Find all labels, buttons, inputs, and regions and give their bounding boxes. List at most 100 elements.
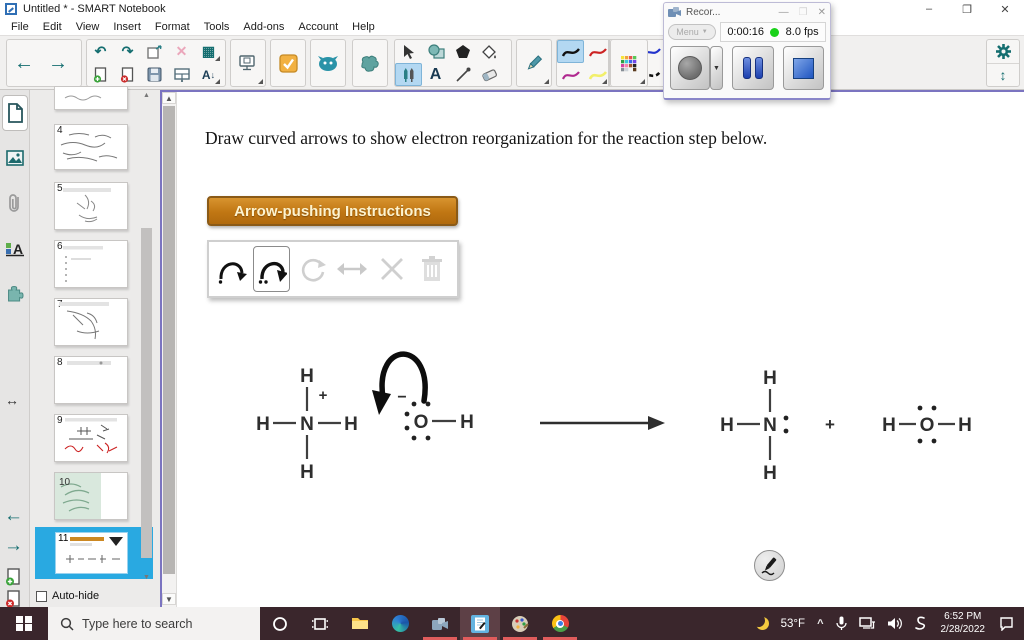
shapes-tool-button[interactable] bbox=[422, 40, 449, 63]
text-tool-button[interactable]: A bbox=[422, 63, 449, 86]
restore-button[interactable]: ❐ bbox=[948, 3, 986, 16]
record-button[interactable] bbox=[670, 46, 710, 90]
thumbnail-scrollbar[interactable]: ▲ ▼ bbox=[140, 92, 153, 584]
menu-edit[interactable]: Edit bbox=[36, 20, 69, 34]
clock[interactable]: 6:52 PM 2/28/2022 bbox=[933, 611, 994, 636]
pen-color-red[interactable] bbox=[584, 40, 611, 63]
settings-gear-button[interactable] bbox=[987, 40, 1019, 64]
fill-tool-button[interactable] bbox=[476, 40, 503, 63]
redo-button[interactable]: ↷ bbox=[114, 40, 141, 63]
undo-button[interactable]: ↶ bbox=[87, 40, 114, 63]
response-check-button[interactable] bbox=[271, 40, 305, 86]
pen-widget-button[interactable] bbox=[754, 550, 785, 581]
weather-moon-icon[interactable] bbox=[750, 607, 775, 640]
menu-file[interactable]: File bbox=[4, 20, 36, 34]
previous-page-button[interactable]: ← bbox=[7, 40, 41, 86]
page-canvas[interactable]: ▲ ▼ Draw curved arrows to show electron … bbox=[160, 90, 1024, 607]
minimize-button[interactable]: – bbox=[910, 3, 948, 16]
ammonium-structure: N H H H H + bbox=[256, 366, 358, 483]
thumbnail-page-4[interactable]: 4 bbox=[54, 124, 128, 170]
shape-recognition-button[interactable] bbox=[353, 40, 387, 86]
thumbnail-page-6[interactable]: 6 bbox=[54, 240, 128, 288]
page-menu-dropdown-icon[interactable] bbox=[109, 537, 123, 546]
next-page-button[interactable]: → bbox=[41, 40, 75, 86]
save-button[interactable] bbox=[141, 63, 168, 86]
delete-page-button[interactable] bbox=[114, 63, 141, 86]
resize-panel-handle[interactable]: ↔ bbox=[5, 392, 19, 408]
edge-button[interactable] bbox=[380, 607, 420, 640]
delete-button[interactable]: ✕ bbox=[168, 40, 195, 63]
task-view-button[interactable] bbox=[300, 607, 340, 640]
tab-attachments[interactable] bbox=[2, 185, 28, 221]
taskbar-search-input[interactable]: Type here to search bbox=[48, 607, 260, 640]
svg-text:A: A bbox=[13, 241, 23, 257]
tab-page-sorter[interactable] bbox=[2, 95, 28, 131]
thumb-scroll-down-icon[interactable]: ▼ bbox=[140, 574, 153, 581]
line-tool-button[interactable] bbox=[449, 63, 476, 86]
recorder-menu-button[interactable]: Menu ▼ bbox=[668, 24, 716, 40]
recorder-taskbar-icon bbox=[432, 617, 448, 630]
close-button[interactable]: ✕ bbox=[986, 3, 1024, 16]
thumb-scroll-up-icon[interactable]: ▲ bbox=[140, 92, 153, 99]
volume-tray-icon[interactable] bbox=[881, 607, 908, 640]
smart-ink-taskbar-button[interactable] bbox=[500, 607, 540, 640]
delete-page-sidebar-button[interactable] bbox=[5, 590, 22, 608]
recorder-taskbar-button[interactable] bbox=[420, 607, 460, 640]
smart-creature-icon[interactable] bbox=[311, 40, 345, 86]
stop-button[interactable] bbox=[782, 46, 824, 90]
tab-gallery[interactable] bbox=[2, 140, 28, 176]
weather-temperature[interactable]: 53°F bbox=[775, 607, 811, 640]
thumbnail-page-10[interactable]: 10 10 bbox=[54, 472, 128, 520]
tab-addons[interactable] bbox=[2, 275, 28, 311]
pause-button[interactable] bbox=[732, 46, 774, 90]
pen-button[interactable] bbox=[517, 40, 551, 86]
menu-view[interactable]: View bbox=[69, 20, 107, 34]
minus-charge: − bbox=[397, 389, 406, 406]
screen-capture-button[interactable] bbox=[231, 40, 265, 86]
auto-hide-checkbox[interactable] bbox=[36, 590, 47, 602]
page-back-button[interactable]: ← bbox=[4, 505, 23, 527]
record-options-dropdown[interactable]: ▼ bbox=[710, 46, 723, 90]
toolbar-move-button[interactable]: ↕ bbox=[1000, 64, 1007, 86]
pen-color-magenta[interactable] bbox=[557, 63, 584, 86]
recorder-close-button[interactable]: ✕ bbox=[818, 7, 826, 18]
color-palette-button[interactable] bbox=[611, 40, 645, 86]
smart-notebook-taskbar-button[interactable] bbox=[460, 607, 500, 640]
thumbnail-page-7[interactable]: 7 bbox=[54, 298, 128, 346]
eraser-tool-button[interactable] bbox=[476, 63, 503, 86]
menu-format[interactable]: Format bbox=[148, 20, 197, 34]
thumbnail-page-5[interactable]: 5 bbox=[54, 182, 128, 230]
add-page-sidebar-button[interactable] bbox=[5, 568, 22, 586]
add-page-button[interactable] bbox=[87, 63, 114, 86]
recorder-minimize-button[interactable]: — bbox=[779, 7, 789, 18]
menu-insert[interactable]: Insert bbox=[106, 20, 148, 34]
pens-tool-button[interactable] bbox=[395, 63, 422, 86]
tab-properties[interactable]: A bbox=[2, 230, 28, 266]
chrome-taskbar-button[interactable] bbox=[540, 607, 580, 640]
thumbnail-page-8[interactable]: 8 bbox=[54, 356, 128, 404]
thumbnail-page-partial[interactable] bbox=[54, 86, 128, 110]
page-forward-button[interactable]: → bbox=[4, 535, 23, 557]
sort-text-button[interactable]: A ↓ bbox=[195, 63, 222, 86]
table-button[interactable]: ▦ bbox=[195, 40, 222, 63]
polygon-tool-button[interactable] bbox=[449, 40, 476, 63]
paste-button[interactable] bbox=[141, 40, 168, 63]
file-explorer-button[interactable] bbox=[340, 607, 380, 640]
action-center-button[interactable] bbox=[993, 607, 1024, 640]
thumbnail-page-11-selected[interactable]: 11 bbox=[35, 527, 153, 579]
network-tray-icon[interactable] bbox=[853, 607, 881, 640]
pen-color-black[interactable] bbox=[557, 40, 584, 63]
cortana-button[interactable] bbox=[260, 607, 300, 640]
menu-tools[interactable]: Tools bbox=[197, 20, 237, 34]
thumbnail-page-9[interactable]: 9 bbox=[54, 414, 128, 462]
menu-account[interactable]: Account bbox=[291, 20, 345, 34]
tray-overflow-chevron[interactable]: ^ bbox=[811, 607, 829, 640]
microphone-tray-icon[interactable] bbox=[830, 607, 853, 640]
menu-help[interactable]: Help bbox=[345, 20, 382, 34]
select-tool-button[interactable] bbox=[395, 40, 422, 63]
thumb-scrollbar-thumb[interactable] bbox=[141, 228, 152, 558]
screen-shade-button[interactable] bbox=[168, 63, 195, 86]
start-button[interactable] bbox=[0, 607, 48, 640]
menu-addons[interactable]: Add-ons bbox=[236, 20, 291, 34]
smart-board-tray-icon[interactable] bbox=[908, 607, 933, 640]
